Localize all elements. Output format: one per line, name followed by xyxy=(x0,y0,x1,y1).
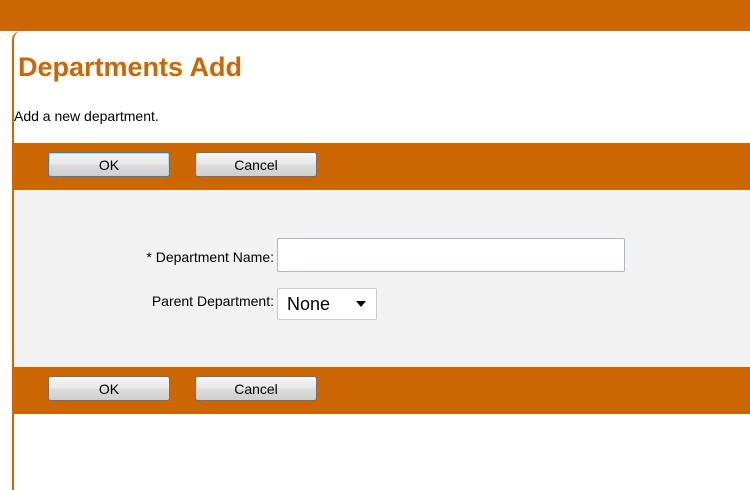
main-content: Departments Add Add a new department. OK… xyxy=(12,31,750,490)
page-title: Departments Add xyxy=(18,52,243,82)
page-subtitle: Add a new department. xyxy=(14,108,159,124)
top-button-bar: OK Cancel xyxy=(14,143,750,190)
ok-button-bottom[interactable]: OK xyxy=(48,376,170,401)
cancel-button-top[interactable]: Cancel xyxy=(195,152,317,177)
department-name-label: * Department Name: xyxy=(146,249,274,265)
parent-department-select[interactable]: None xyxy=(277,288,377,320)
header-bar xyxy=(0,0,750,31)
chevron-down-icon xyxy=(356,301,366,307)
ok-button-top[interactable]: OK xyxy=(48,152,170,177)
department-name-input[interactable] xyxy=(277,238,625,272)
cancel-button-bottom[interactable]: Cancel xyxy=(195,376,317,401)
parent-department-label: Parent Department: xyxy=(151,293,274,309)
bottom-button-bar: OK Cancel xyxy=(14,367,750,414)
form-panel: * Department Name: Parent Department: No… xyxy=(14,190,750,367)
parent-department-selected-value: None xyxy=(287,294,331,314)
browser-viewport: Departments Add Add a new department. OK… xyxy=(0,0,750,490)
